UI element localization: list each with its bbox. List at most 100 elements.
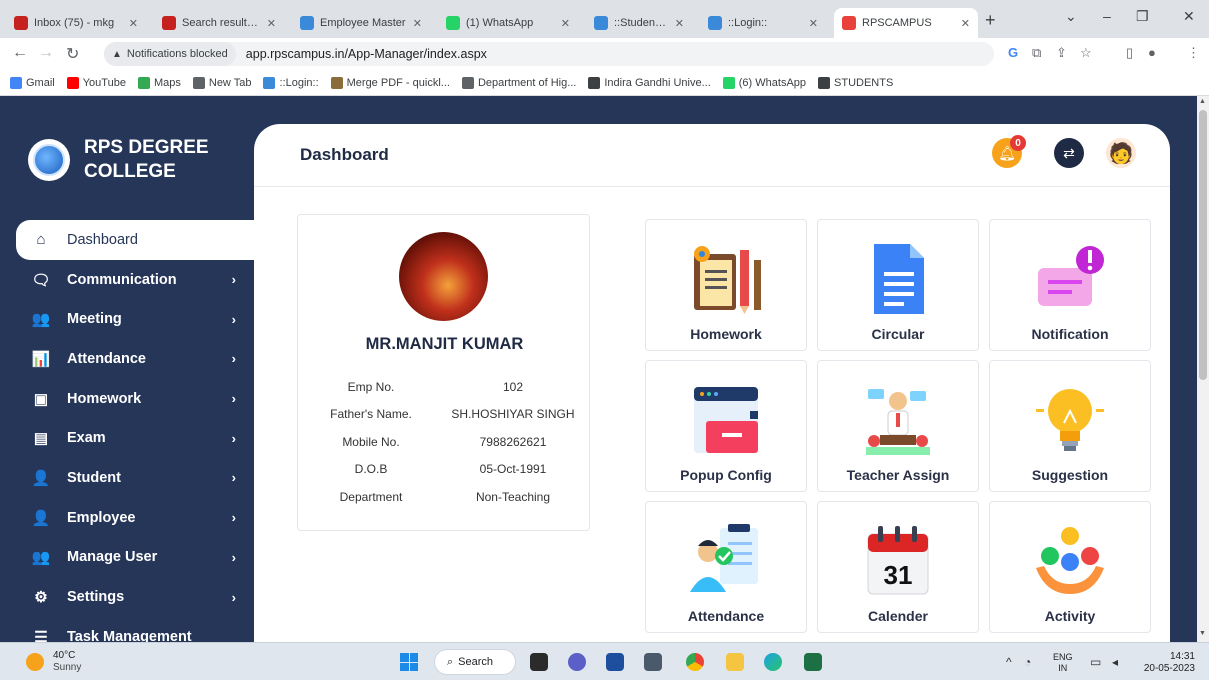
browser-tab[interactable]: Employee Master ✕ [292, 8, 430, 38]
side-panel-icon[interactable]: ▯ [1126, 45, 1133, 61]
calendar-icon: 31 [858, 522, 938, 600]
bookmark-item[interactable]: Gmail [10, 76, 55, 89]
browser-tab[interactable]: Search results - e ✕ [154, 8, 284, 38]
edge-icon[interactable] [764, 653, 782, 671]
reload-button[interactable]: ↻ [66, 44, 79, 64]
bookmark-item[interactable]: STUDENTS [818, 76, 893, 89]
tab-close-icon[interactable]: ✕ [267, 17, 276, 30]
sidebar-item[interactable]: ▤ Exam › [16, 418, 254, 458]
dashboard-tile[interactable]: Teacher Assign [817, 360, 979, 492]
windows-start-icon[interactable] [400, 653, 418, 671]
bookmark-item[interactable]: (6) WhatsApp [722, 76, 806, 89]
sidebar-item[interactable]: 👥 Meeting › [16, 299, 254, 339]
dashboard-tile[interactable]: Popup Config [645, 360, 807, 492]
browser-menu-icon[interactable]: ⋮ [1187, 45, 1200, 61]
tab-close-icon[interactable]: ✕ [561, 17, 570, 30]
chrome-icon[interactable] [686, 653, 704, 671]
dashboard-tile[interactable]: Attendance [645, 501, 807, 633]
browser-tab[interactable]: (1) WhatsApp ✕ [438, 8, 578, 38]
profile-field-label: D.O.B [354, 462, 388, 477]
back-button[interactable]: ← [12, 44, 28, 62]
bookmark-item[interactable]: Maps [137, 76, 181, 89]
sidebar-item[interactable]: 👥 Manage User › [16, 538, 254, 578]
network-status-icon[interactable]: ◔ [1024, 655, 1031, 669]
minimize-button[interactable]: – [1103, 8, 1111, 24]
tab-close-icon[interactable]: ✕ [675, 17, 684, 30]
bookmark-star-icon[interactable]: ☆ [1080, 45, 1092, 61]
tab-close-icon[interactable]: ✕ [413, 17, 422, 30]
install-app-icon[interactable]: ⧉ [1032, 45, 1041, 61]
scroll-up-icon[interactable]: ▲ [1199, 98, 1206, 105]
scroll-down-icon[interactable]: ▼ [1199, 630, 1206, 637]
bookmark-item[interactable]: Department of Hig... [461, 76, 576, 89]
display-icon[interactable]: ▭ [1090, 655, 1101, 669]
bookmark-item[interactable]: Merge PDF - quickl... [330, 76, 450, 89]
sidebar-item[interactable]: 👤 Student › [16, 458, 254, 498]
scroll-thumb[interactable] [1199, 110, 1207, 380]
user-avatar[interactable]: 🧑 [1106, 138, 1136, 168]
sidebar-item[interactable]: ▣ Homework › [16, 379, 254, 419]
bookmark-item[interactable]: New Tab [192, 76, 251, 89]
browser-tab[interactable]: RPSCAMPUS ✕ [834, 8, 978, 38]
tab-close-icon[interactable]: ✕ [961, 17, 970, 30]
profile-row: Department Non-Teaching [298, 483, 591, 511]
app-page: RPS DEGREE COLLEGE ⌂ Dashboard 🗨 Communicat… [0, 96, 1197, 642]
tab-search-icon[interactable]: ⌄ [1065, 8, 1077, 25]
system-clock[interactable]: 14:31 20-05-2023 [1137, 651, 1195, 675]
language-indicator[interactable]: ENG IN [1053, 652, 1073, 674]
bookmarks-bar: Gmail YouTube Maps New Tab::Login:: Merge PD… [0, 70, 1209, 96]
profile-row: D.O.B 05-Oct-1991 [298, 456, 591, 484]
taskbar-search[interactable]: ⌕ Search [434, 649, 516, 675]
browser-tab[interactable]: ::Student Details::✕ [586, 8, 692, 38]
teams-chat-icon[interactable] [568, 653, 586, 671]
bookmark-item[interactable]: ::Login:: [263, 76, 319, 89]
restore-button[interactable]: ❐ [1136, 8, 1149, 25]
sidebar-menu: ⌂ Dashboard 🗨 Communication › 👥 Meeting › 📊 Atten… [16, 220, 254, 642]
dashboard-tile[interactable]: Suggestion [989, 360, 1151, 492]
google-translate-icon[interactable]: G [1008, 45, 1018, 60]
browser-tab[interactable]: ::Login:: ✕ [700, 8, 826, 38]
dashboard-tile[interactable]: Notification [989, 219, 1151, 351]
task-view-icon[interactable] [530, 653, 548, 671]
page-title: Dashboard [300, 145, 389, 164]
sidebar-item[interactable]: 🗨 Communication › [16, 260, 254, 300]
browser-tab[interactable]: Inbox (75) - mkg ✕ [6, 8, 146, 38]
close-window-button[interactable]: ✕ [1183, 8, 1195, 25]
sidebar-item[interactable]: ⌂ Dashboard [16, 220, 254, 260]
sidebar-item[interactable]: 📊 Attendance › [16, 339, 254, 379]
notifications-blocked-chip[interactable]: ▲ Notifications blocked [104, 42, 236, 66]
notification-bell-button[interactable]: 🔔︎ 0 [992, 135, 1026, 168]
store-icon[interactable] [606, 653, 624, 671]
sidebar-item[interactable]: ⚙ Settings › [16, 577, 254, 617]
tile-label: Popup Config [680, 467, 772, 483]
dashboard-tile[interactable]: Homework [645, 219, 807, 351]
file-explorer-icon[interactable] [726, 653, 744, 671]
volume-icon[interactable]: ◂ [1112, 655, 1118, 669]
url-text[interactable]: app.rpscampus.in/App-Manager/index.aspx [246, 47, 487, 61]
tab-close-icon[interactable]: ✕ [129, 17, 138, 30]
new-tab-button[interactable]: + [985, 10, 996, 31]
switch-button[interactable]: ⇄ [1054, 138, 1084, 168]
sidebar-item[interactable]: 👤 Employee › [16, 498, 254, 538]
page-scrollbar[interactable]: ▲ ▼ [1197, 96, 1209, 642]
sidebar-item-label: Settings [67, 589, 125, 606]
bookmark-label: Indira Gandhi Unive... [604, 76, 711, 89]
sidebar-item[interactable]: ☰ Task Management [16, 617, 254, 642]
bookmark-item[interactable]: YouTube [66, 76, 126, 89]
forward-button[interactable]: → [38, 44, 54, 62]
excel-icon[interactable] [804, 653, 822, 671]
share-icon[interactable]: ⇪ [1056, 45, 1067, 61]
bookmark-item[interactable]: Indira Gandhi Unive... [588, 76, 711, 89]
weather-widget[interactable]: 40°C Sunny [26, 650, 81, 674]
dashboard-tile[interactable]: 31 Calender [817, 501, 979, 633]
dashboard-tile[interactable]: Circular [817, 219, 979, 351]
profile-field-value: 7988262621 [479, 434, 547, 449]
chevron-right-icon: › [231, 470, 236, 486]
tray-overflow-icon[interactable]: ^ [1006, 655, 1012, 669]
address-bar[interactable]: ▲ Notifications blocked app.rpscampus.in… [104, 42, 994, 66]
swap-arrows-icon: ⇄ [1063, 144, 1075, 161]
calculator-icon[interactable] [644, 653, 662, 671]
profile-avatar-icon[interactable]: ● [1148, 45, 1156, 60]
dashboard-tile[interactable]: Activity [989, 501, 1151, 633]
tab-close-icon[interactable]: ✕ [809, 17, 818, 30]
